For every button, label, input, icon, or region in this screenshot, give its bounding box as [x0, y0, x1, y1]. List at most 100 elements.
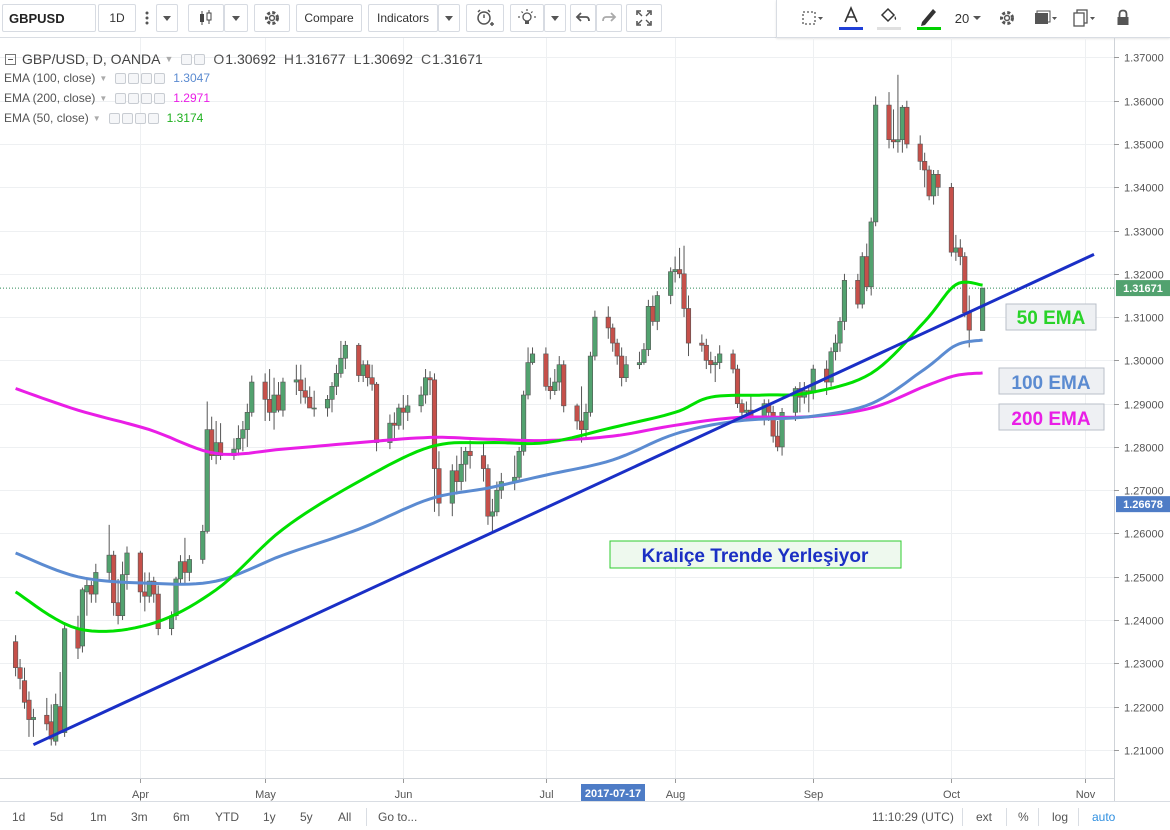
low-value: 1.30692: [362, 51, 414, 67]
plus-icon[interactable]: [141, 92, 153, 104]
range-6m[interactable]: 6m: [173, 807, 190, 827]
symbol-input[interactable]: GBPUSD: [2, 4, 96, 32]
undo-button[interactable]: [570, 4, 596, 32]
candle-down: [619, 355, 625, 379]
gear-icon[interactable]: [121, 112, 133, 124]
candle-up: [249, 381, 255, 413]
price-axis[interactable]: 1.37000 1.36000 1.35000 1.34000 1.33000 1.320…: [1114, 53, 1164, 758]
fullscreen-button[interactable]: [626, 4, 662, 32]
indicators-dropdown[interactable]: [438, 4, 460, 32]
chevron-down-icon[interactable]: ▼: [164, 54, 173, 64]
divider: [1078, 808, 1079, 826]
divider: [962, 808, 963, 826]
range-5d[interactable]: 5d: [50, 807, 63, 827]
goto-button[interactable]: Go to...: [378, 807, 417, 827]
compare-label: Compare: [304, 11, 354, 25]
clone-button[interactable]: [1067, 4, 1101, 32]
range-1y[interactable]: 1y: [263, 807, 276, 827]
ema100-annotation-text: 100 EMA: [1011, 373, 1090, 394]
ema100-annotation[interactable]: 100 EMA: [998, 367, 1105, 395]
plus-icon[interactable]: [134, 112, 146, 124]
lock-icon: [1117, 9, 1129, 25]
lock-button[interactable]: [1111, 4, 1135, 32]
price-tick-label: 1.34000: [1124, 183, 1164, 195]
range-5y[interactable]: 5y: [300, 807, 313, 827]
layout-icon: [1035, 10, 1057, 24]
chevron-down-icon[interactable]: ▼: [99, 74, 107, 83]
percent-toggle[interactable]: %: [1018, 807, 1029, 827]
layout-button[interactable]: [1029, 4, 1063, 32]
price-tick-label: 1.24000: [1124, 616, 1164, 628]
candle-down: [739, 403, 745, 413]
eye-icon[interactable]: [108, 112, 120, 124]
candle-up: [931, 174, 937, 197]
ideas-dropdown[interactable]: [544, 4, 566, 32]
candle-up: [529, 353, 536, 363]
range-all[interactable]: All: [338, 807, 351, 827]
eye-icon[interactable]: [181, 53, 193, 65]
candle-down: [391, 422, 397, 426]
ema200-annotation[interactable]: 200 EMA: [998, 403, 1105, 431]
line-color-button[interactable]: [913, 4, 945, 32]
trend-line[interactable]: [32, 253, 1095, 747]
chart-style-dropdown[interactable]: [224, 4, 248, 32]
range-1m[interactable]: 1m: [90, 807, 107, 827]
candle-up: [106, 554, 112, 573]
close-icon[interactable]: [154, 92, 166, 104]
chevron-down-icon[interactable]: ▼: [99, 94, 107, 103]
ideas-button[interactable]: [510, 4, 544, 32]
gear-icon[interactable]: [128, 72, 140, 84]
eye-icon[interactable]: [115, 92, 127, 104]
candle-up: [641, 349, 647, 363]
drawing-settings-button[interactable]: [993, 4, 1021, 32]
candle-up: [672, 269, 678, 272]
more-icon[interactable]: [138, 4, 156, 32]
line-width-button[interactable]: 20: [951, 4, 985, 32]
close-icon[interactable]: [147, 112, 159, 124]
gear-icon[interactable]: [194, 53, 206, 65]
ext-toggle[interactable]: ext: [976, 807, 992, 827]
legend-ema200[interactable]: EMA (200, close) ▼ 1.2971: [0, 88, 210, 108]
eye-icon[interactable]: [115, 72, 127, 84]
trend-annotation[interactable]: Kraliçe Trende Yerleşiyor: [609, 540, 902, 569]
auto-toggle[interactable]: auto: [1092, 807, 1115, 827]
compare-button[interactable]: Compare: [296, 4, 362, 32]
settings-button[interactable]: [254, 4, 290, 32]
chart-style-button[interactable]: [188, 4, 224, 32]
log-toggle[interactable]: log: [1052, 807, 1068, 827]
range-ytd[interactable]: YTD: [215, 807, 239, 827]
candle-up: [587, 355, 594, 413]
candle-down: [886, 104, 892, 140]
divider: [366, 808, 367, 826]
range-3m[interactable]: 3m: [131, 807, 148, 827]
candle-down: [115, 602, 121, 617]
text-color-button[interactable]: [835, 4, 867, 32]
fill-color-button[interactable]: [873, 4, 905, 32]
select-tool-button[interactable]: [795, 4, 829, 32]
collapse-icon[interactable]: [5, 53, 16, 65]
candle-up: [235, 437, 241, 450]
legend-ema100[interactable]: EMA (100, close) ▼ 1.3047: [0, 68, 210, 88]
indicators-button[interactable]: Indicators: [368, 4, 438, 32]
redo-button[interactable]: [596, 4, 622, 32]
price-tick-label: 1.26000: [1124, 529, 1164, 541]
gear-icon[interactable]: [128, 92, 140, 104]
legend-ema50[interactable]: EMA (50, close) ▼ 1.3174: [0, 108, 203, 128]
close-icon[interactable]: [154, 72, 166, 84]
range-1d[interactable]: 1d: [12, 807, 25, 827]
candle-down: [21, 680, 28, 703]
candle-up: [810, 368, 816, 394]
close-label: C: [421, 51, 432, 67]
ema50-annotation[interactable]: 50 EMA: [1005, 303, 1097, 331]
candle-up: [841, 280, 848, 322]
interval-dropdown[interactable]: [156, 4, 178, 32]
chevron-down-icon[interactable]: ▼: [93, 114, 101, 123]
interval-button[interactable]: 1D: [98, 4, 136, 32]
candle-down: [610, 327, 616, 344]
price-chart[interactable]: 1.37000 1.36000 1.35000 1.34000 1.33000 1.320…: [0, 38, 1170, 801]
alert-button[interactable]: [466, 4, 504, 32]
plus-icon[interactable]: [141, 72, 153, 84]
candle-up: [636, 362, 643, 366]
ema200-legend-label: EMA (200, close): [4, 91, 96, 105]
time-axis[interactable]: arAprMayJunJulAugSepOctNov: [0, 779, 1096, 801]
